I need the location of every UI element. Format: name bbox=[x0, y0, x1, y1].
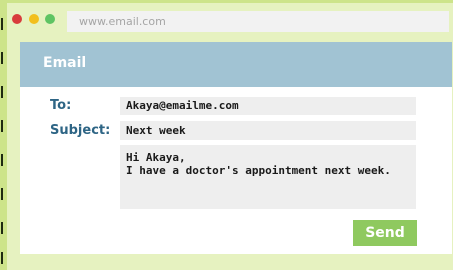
to-label: To: bbox=[50, 98, 72, 113]
message-body-field[interactable]: Hi Akaya, I have a doctor's appointment … bbox=[120, 145, 416, 209]
message-body-line: Hi Akaya, bbox=[126, 151, 186, 164]
binding-stitch bbox=[1, 188, 3, 200]
maximize-window-dot-icon[interactable] bbox=[45, 14, 55, 24]
to-field[interactable]: Akaya@emailme.com bbox=[120, 97, 416, 115]
subject-field[interactable]: Next week bbox=[120, 121, 416, 140]
address-bar[interactable]: www.email.com bbox=[67, 11, 449, 32]
binding-stitch bbox=[1, 18, 3, 30]
binding-stitch bbox=[1, 252, 3, 264]
binding-stitch bbox=[1, 154, 3, 166]
email-header-title: Email bbox=[43, 55, 87, 71]
browser-window: www.email.com Email To: Akaya@emailme.co… bbox=[7, 3, 453, 270]
binding-stitch bbox=[1, 52, 3, 64]
email-header: Email bbox=[20, 42, 452, 87]
send-button[interactable]: Send bbox=[353, 220, 417, 246]
close-window-dot-icon[interactable] bbox=[12, 14, 22, 24]
binding-stitch bbox=[1, 222, 3, 234]
binding-stitch bbox=[1, 86, 3, 98]
subject-label: Subject: bbox=[50, 123, 111, 138]
minimize-window-dot-icon[interactable] bbox=[29, 14, 39, 24]
binding-stitch bbox=[1, 120, 3, 132]
notebook-binding bbox=[0, 0, 6, 270]
email-compose-panel: Email To: Akaya@emailme.com Subject: Nex… bbox=[20, 42, 452, 254]
message-body-line: I have a doctor's appointment next week. bbox=[126, 164, 391, 177]
